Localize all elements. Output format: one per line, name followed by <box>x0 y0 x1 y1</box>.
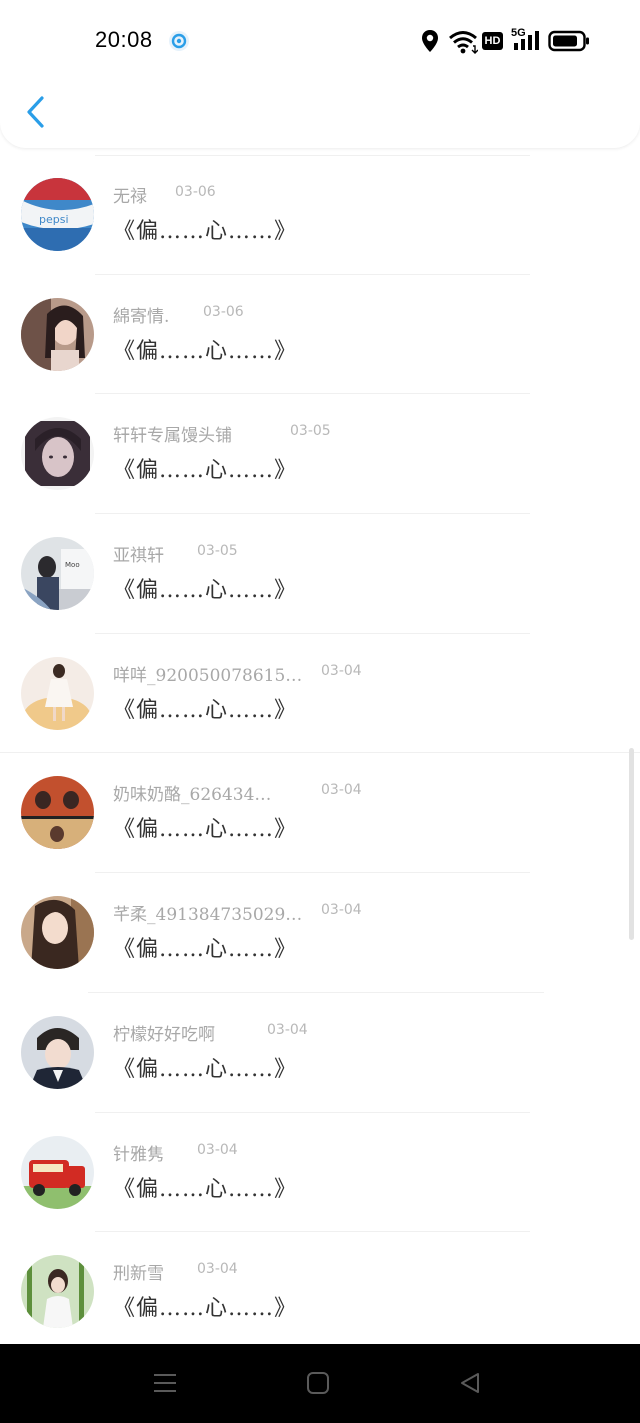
list-item[interactable]: 刑新雪 03-04 《偏……心……》 <box>0 1232 640 1352</box>
list-item[interactable]: 綿寄情. 03-06 《偏……心……》 <box>0 275 640 395</box>
list-item[interactable]: 芊柔_491384735029… 03-04 《偏……心……》 <box>0 873 640 993</box>
list-item[interactable]: 咩咩_920050078615… 03-04 《偏……心……》 <box>0 634 640 754</box>
status-time: 20:08 <box>95 27 153 52</box>
sender-name: 无禄 <box>113 187 147 207</box>
list-item[interactable]: 奶味奶酪_626434… 03-04 《偏……心……》 <box>0 753 640 873</box>
message-header: 无禄 03-06 <box>113 182 216 207</box>
list-item[interactable]: Moo 亚祺轩 03-05 《偏……心……》 <box>0 514 640 634</box>
notification-app-icon <box>169 31 189 51</box>
photo-avatar[interactable]: Moo <box>21 537 94 611</box>
list-item[interactable]: 柠檬好好吃啊 03-04 《偏……心……》 <box>0 993 640 1113</box>
bamboo-avatar[interactable] <box>21 1255 94 1329</box>
home-icon <box>307 1372 329 1394</box>
firetruck-avatar[interactable] <box>21 1135 94 1209</box>
message-header: 奶味奶酪_626434… 03-04 <box>113 780 362 806</box>
message-preview: 《偏……心……》 <box>113 1176 298 1202</box>
location-icon <box>422 30 438 52</box>
screen: 20:08 HD 5G pepsi 无禄 03-06 《偏……心……》 綿寄情.… <box>0 0 640 1423</box>
message-preview: 《偏……心……》 <box>113 219 298 244</box>
message-header: 刑新雪 03-04 <box>113 1259 238 1285</box>
status-bar: 20:08 HD 5G <box>0 0 640 82</box>
message-list: pepsi 无禄 03-06 《偏……心……》 綿寄情. 03-06 《偏……心… <box>0 155 640 1352</box>
message-preview: 《偏……心……》 <box>113 817 298 843</box>
menu-icon <box>154 1374 176 1392</box>
message-header: 亚祺轩 03-05 <box>113 541 238 567</box>
sender-name: 芊柔_491384735029… <box>113 905 303 926</box>
portrait-avatar[interactable] <box>21 417 94 491</box>
back-nav-button[interactable] <box>455 1368 485 1398</box>
message-header: 轩轩专属馒头铺 03-05 <box>113 421 331 447</box>
menu-button[interactable] <box>150 1368 180 1398</box>
header: 20:08 HD 5G <box>0 0 640 148</box>
anime-avatar[interactable] <box>21 776 94 850</box>
message-date: 03-06 <box>203 303 244 320</box>
message-header: 綿寄情. 03-06 <box>113 302 244 327</box>
pepsi-avatar[interactable]: pepsi <box>21 178 94 251</box>
back-triangle-icon <box>461 1373 479 1393</box>
message-date: 03-06 <box>175 184 216 200</box>
list-item[interactable]: 针雅隽 03-04 《偏……心……》 <box>0 1113 640 1233</box>
message-preview: 《偏……心……》 <box>113 578 298 604</box>
sender-name: 刑新雪 <box>113 1264 164 1285</box>
sender-name: 綿寄情. <box>113 306 170 327</box>
message-date: 03-05 <box>197 543 238 560</box>
hd-label: HD <box>484 35 501 47</box>
sender-name: 亚祺轩 <box>113 546 164 567</box>
chevron-left-icon <box>27 96 44 128</box>
message-header: 咩咩_920050078615… 03-04 <box>113 661 362 686</box>
message-date: 03-04 <box>267 1021 308 1038</box>
message-preview: 《偏……心……》 <box>113 1056 298 1082</box>
battery-icon <box>548 30 589 52</box>
system-nav-bar <box>0 1344 640 1423</box>
sender-name: 柠檬好好吃啊 <box>113 1024 215 1045</box>
message-date: 03-04 <box>197 1141 238 1158</box>
message-preview: 《偏……心……》 <box>113 1296 298 1322</box>
wifi-icon <box>449 31 478 54</box>
svg-text:Moo: Moo <box>65 561 80 569</box>
sender-name: 奶味奶酪_626434… <box>113 785 272 806</box>
message-header: 芊柔_491384735029… 03-04 <box>113 900 362 926</box>
home-button[interactable] <box>303 1368 333 1398</box>
back-button[interactable] <box>18 90 54 134</box>
signal-icon <box>514 31 539 50</box>
message-date: 03-04 <box>321 782 362 799</box>
hd-badge: HD <box>482 32 503 50</box>
message-preview: 《偏……心……》 <box>113 458 298 484</box>
scrollbar[interactable] <box>629 748 634 940</box>
sender-name: 轩轩专属馒头铺 <box>113 426 232 447</box>
girl-avatar[interactable] <box>21 297 94 371</box>
message-date: 03-04 <box>321 902 362 919</box>
longhair-avatar[interactable] <box>21 896 94 970</box>
message-preview: 《偏……心……》 <box>113 937 298 963</box>
suit-avatar[interactable] <box>21 1015 94 1089</box>
message-preview: 《偏……心……》 <box>113 697 298 723</box>
message-date: 03-04 <box>197 1261 238 1278</box>
message-date: 03-04 <box>321 662 362 679</box>
list-item[interactable]: pepsi 无禄 03-06 《偏……心……》 <box>0 155 640 275</box>
message-header: 柠檬好好吃啊 03-04 <box>113 1020 308 1045</box>
svg-text:pepsi: pepsi <box>39 213 69 226</box>
dress-avatar[interactable] <box>21 656 94 730</box>
message-header: 针雅隽 03-04 <box>113 1140 238 1165</box>
sender-name: 针雅隽 <box>113 1144 164 1165</box>
sender-name: 咩咩_920050078615… <box>113 665 303 686</box>
list-item[interactable]: 轩轩专属馒头铺 03-05 《偏……心……》 <box>0 394 640 514</box>
message-date: 03-05 <box>290 423 331 440</box>
message-preview: 《偏……心……》 <box>113 338 298 364</box>
